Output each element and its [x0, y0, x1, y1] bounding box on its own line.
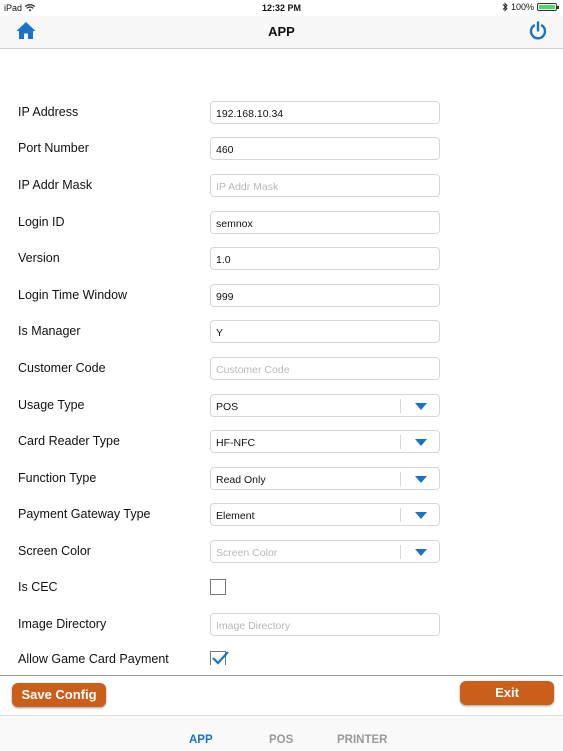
dropdown-divider [400, 508, 401, 522]
tab-bar: APP POS PRINTER [0, 715, 563, 751]
payment-gateway-type-dropdown[interactable]: Element [210, 503, 440, 526]
dropdown-divider [400, 399, 401, 413]
form-row-ip-address: IP Address 192.168.10.34 [0, 101, 563, 125]
dropdown-divider [400, 472, 401, 486]
allow-game-card-payment-label: Allow Game Card Payment [18, 652, 169, 665]
function-type-dropdown[interactable]: Read Only [210, 467, 440, 490]
image-directory-input[interactable]: Image Directory [210, 613, 440, 636]
function-type-label: Function Type [18, 471, 97, 485]
navigation-bar: APP [0, 16, 563, 49]
ip-address-input[interactable]: 192.168.10.34 [210, 101, 440, 124]
version-input[interactable]: 1.0 [210, 247, 440, 270]
form-row-is-manager: Is Manager Y [0, 320, 563, 344]
card-reader-type-label: Card Reader Type [18, 434, 120, 448]
chevron-down-icon[interactable] [415, 512, 427, 519]
tab-pos[interactable]: POS [269, 734, 293, 746]
form-row-allow-game-card-payment: Allow Game Card Payment [0, 651, 563, 665]
payment-gateway-type-value: Element [216, 510, 255, 522]
ip-addr-mask-input[interactable]: IP Addr Mask [210, 174, 440, 197]
form-row-port-number: Port Number 460 [0, 137, 563, 161]
status-time: 12:32 PM [261, 3, 302, 13]
customer-code-input[interactable]: Customer Code [210, 357, 440, 380]
is-cec-checkbox[interactable] [210, 579, 226, 595]
form-row-function-type: Function Type Read Only [0, 467, 563, 491]
allow-game-card-payment-checkbox[interactable] [210, 651, 229, 665]
port-number-label: Port Number [18, 141, 89, 155]
chevron-down-icon[interactable] [415, 476, 427, 483]
usage-type-label: Usage Type [18, 398, 85, 412]
form-row-ip-addr-mask: IP Addr Mask IP Addr Mask [0, 174, 563, 198]
form-row-screen-color: Screen Color Screen Color [0, 540, 563, 564]
login-time-window-label: Login Time Window [18, 288, 128, 302]
screen-color-dropdown[interactable]: Screen Color [210, 540, 440, 563]
tab-app[interactable]: APP [189, 734, 213, 746]
dropdown-divider [400, 545, 401, 559]
form-row-login-time-window: Login Time Window 999 [0, 284, 563, 308]
is-manager-input[interactable]: Y [210, 320, 440, 343]
action-footer: Save Config Exit [0, 675, 563, 716]
form-row-usage-type: Usage Type POS [0, 394, 563, 418]
ip-address-label: IP Address [18, 105, 79, 119]
form-row-payment-gateway-type: Payment Gateway Type Element [0, 503, 563, 527]
status-right: 100% [502, 2, 559, 12]
battery-icon [537, 3, 559, 11]
customer-code-label: Customer Code [18, 361, 106, 375]
is-cec-label: Is CEC [18, 580, 58, 594]
logout-button[interactable] [527, 20, 549, 42]
checkmark-icon [212, 651, 229, 665]
chevron-down-icon[interactable] [415, 549, 427, 556]
status-bar: iPad 12:32 PM 100% [0, 0, 563, 16]
port-number-input[interactable]: 460 [210, 137, 440, 160]
form-row-login-id: Login ID semnox [0, 211, 563, 235]
exit-button[interactable]: Exit [460, 681, 554, 705]
payment-gateway-type-label: Payment Gateway Type [18, 507, 151, 521]
form-row-card-reader-type: Card Reader Type HF-NFC [0, 430, 563, 454]
login-id-input[interactable]: semnox [210, 211, 440, 234]
screen-color-label: Screen Color [18, 544, 91, 558]
battery-fill [539, 5, 555, 9]
form-row-is-cec: Is CEC [0, 579, 563, 603]
usage-type-value: POS [216, 401, 239, 413]
screen-color-placeholder: Screen Color [216, 547, 278, 559]
login-time-window-input[interactable]: 999 [210, 284, 440, 307]
power-icon [529, 21, 547, 40]
function-type-value: Read Only [216, 474, 266, 486]
card-reader-type-value: HF-NFC [216, 437, 256, 449]
battery-percent: 100% [510, 2, 534, 12]
chevron-down-icon[interactable] [415, 403, 427, 410]
save-config-button[interactable]: Save Config [12, 683, 106, 707]
form-row-image-directory: Image Directory Image Directory [0, 613, 563, 637]
bluetooth-icon [502, 2, 508, 12]
version-label: Version [18, 251, 60, 265]
chevron-down-icon[interactable] [415, 439, 427, 446]
card-reader-type-dropdown[interactable]: HF-NFC [210, 430, 440, 453]
is-manager-label: Is Manager [18, 324, 81, 338]
usage-type-dropdown[interactable]: POS [210, 394, 440, 417]
tab-printer[interactable]: PRINTER [337, 734, 387, 746]
login-id-label: Login ID [18, 215, 65, 229]
app-config-form: IP Address 192.168.10.34 Port Number 460… [0, 48, 563, 665]
form-row-customer-code: Customer Code Customer Code [0, 357, 563, 381]
form-row-version: Version 1.0 [0, 247, 563, 271]
ip-addr-mask-label: IP Addr Mask [18, 178, 93, 192]
page-title: APP [268, 24, 295, 39]
dropdown-divider [400, 435, 401, 449]
image-directory-label: Image Directory [18, 617, 107, 631]
